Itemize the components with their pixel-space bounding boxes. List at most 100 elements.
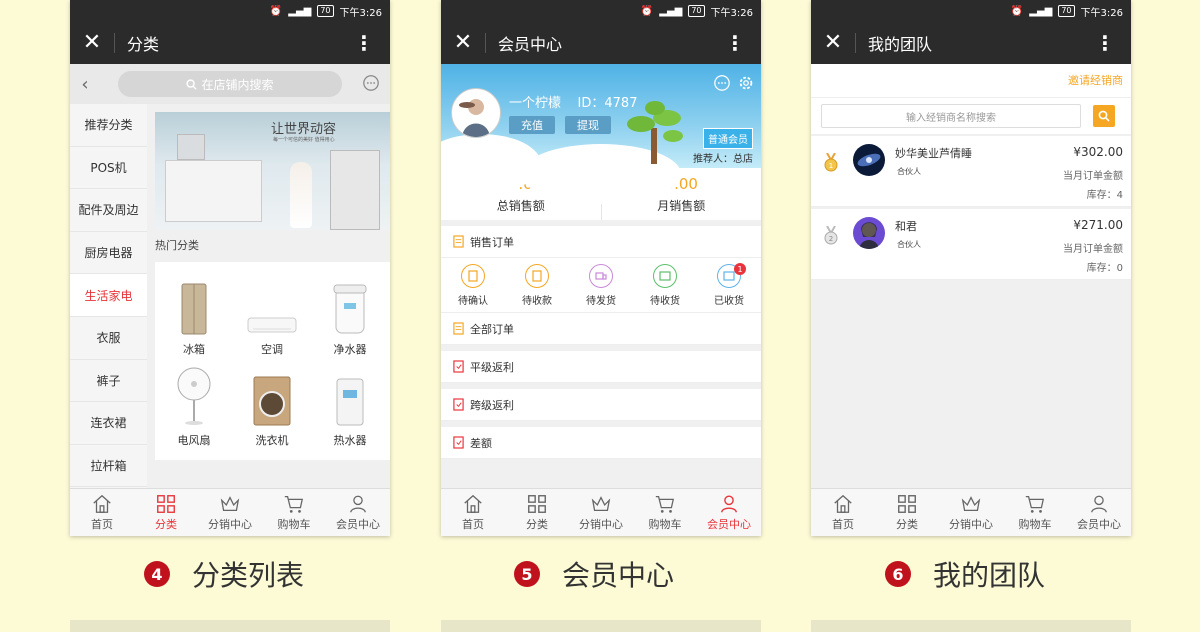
- tab-cart[interactable]: 购物车: [1003, 489, 1067, 536]
- order-count-badge: 1: [734, 263, 746, 275]
- more-icon[interactable]: ⋮: [354, 22, 374, 64]
- order-status-item[interactable]: 1 已收货: [697, 258, 761, 312]
- crown-icon: [591, 496, 611, 512]
- person-avatar-image: [853, 217, 885, 249]
- member-header: 一个柠檬 ID：4787 充值 提现 普通会员 推荐人：总店: [441, 64, 761, 204]
- tab-category[interactable]: 分类: [875, 489, 939, 536]
- promo-banner[interactable]: 让世界动容 每一个可信的美好 值得用心: [155, 112, 390, 230]
- category-item[interactable]: 衣服: [70, 317, 147, 360]
- category-item-active[interactable]: 生活家电: [70, 274, 147, 317]
- tab-label: 首页: [91, 518, 113, 531]
- invite-dealer-link[interactable]: 邀请经销商: [811, 64, 1131, 98]
- caption-text: 会员中心: [562, 559, 675, 592]
- search-icon: [1098, 110, 1110, 122]
- close-icon[interactable]: ✕: [441, 22, 485, 64]
- order-status-item[interactable]: 待发货: [569, 258, 633, 312]
- tab-home[interactable]: 首页: [811, 489, 875, 536]
- tab-home[interactable]: 首页: [441, 489, 505, 536]
- tab-distribution[interactable]: 分销中心: [198, 489, 262, 536]
- divider: [855, 33, 856, 53]
- product-item[interactable]: 净水器: [311, 272, 389, 363]
- message-icon[interactable]: [362, 74, 380, 92]
- order-status-item[interactable]: 待确认: [441, 258, 505, 312]
- caption-my-team: 6 我的团队: [885, 552, 1045, 596]
- tab-member[interactable]: 会员中心: [326, 489, 390, 536]
- close-icon[interactable]: ✕: [811, 22, 855, 64]
- search-icon: [186, 78, 198, 90]
- gold-medal-icon: 1: [824, 153, 838, 172]
- pending-shipment-icon: [589, 263, 613, 288]
- settings-icon[interactable]: [737, 74, 755, 92]
- bottom-tab-bar: 首页 分类 分销中心 购物车 会员中心: [441, 488, 761, 536]
- order-status-label: 待发货: [586, 295, 616, 307]
- order-list-icon: [453, 235, 464, 248]
- tab-cart[interactable]: 购物车: [633, 489, 697, 536]
- menu-row-cross-rebate[interactable]: 跨级返利: [441, 389, 761, 421]
- sales-orders-row[interactable]: 销售订单: [441, 226, 761, 258]
- category-item[interactable]: 推荐分类: [70, 104, 147, 147]
- menu-label: 平级返利: [470, 360, 514, 374]
- close-icon[interactable]: ✕: [70, 22, 114, 64]
- status-bar: ⏰ ▂▄▆ 70 下午3:26: [441, 0, 761, 22]
- battery-indicator: 70: [688, 5, 705, 17]
- banner-slogan: 让世界动容: [271, 122, 337, 137]
- next-section-edge: [70, 620, 390, 632]
- tab-distribution[interactable]: 分销中心: [569, 489, 633, 536]
- all-orders-row[interactable]: 全部订单: [441, 313, 761, 345]
- more-icon[interactable]: ⋮: [725, 22, 745, 64]
- product-item[interactable]: 洗衣机: [233, 363, 311, 454]
- category-item[interactable]: 厨房电器: [70, 232, 147, 275]
- search-button[interactable]: [1093, 105, 1115, 127]
- message-icon[interactable]: [713, 74, 731, 92]
- team-member-row[interactable]: 1 妙华美业芦倩睡 合伙人 ¥302.00 当月订单金额 库存：4: [811, 136, 1131, 207]
- team-member-row[interactable]: 2 和君 合伙人 ¥271.00 当月订单金额 库存：0: [811, 209, 1131, 280]
- tab-category[interactable]: 分类: [505, 489, 569, 536]
- product-item[interactable]: 电风扇: [155, 363, 233, 454]
- tab-member[interactable]: 会员中心: [697, 489, 761, 536]
- menu-row-difference[interactable]: 差额: [441, 427, 761, 459]
- menu-label: 跨级返利: [470, 398, 514, 412]
- avatar[interactable]: [451, 88, 501, 138]
- tab-label: 会员中心: [336, 518, 380, 531]
- product-grid: 冰箱 空调 净水器 电风扇 洗衣机 热水器: [155, 262, 390, 460]
- category-item[interactable]: 拉杆箱: [70, 445, 147, 488]
- banner-subtitle: 每一个可信的美好 值得用心: [273, 137, 335, 143]
- user-icon: [720, 495, 738, 513]
- product-item[interactable]: 冰箱: [155, 272, 233, 363]
- withdraw-button[interactable]: 提现: [565, 116, 611, 134]
- tab-cart[interactable]: 购物车: [262, 489, 326, 536]
- order-status-label: 待收款: [522, 295, 552, 307]
- user-icon: [350, 495, 366, 513]
- bottom-tab-bar: 首页 分类 分销中心 购物车 会员中心: [811, 488, 1131, 536]
- recharge-button[interactable]: 充值: [509, 116, 555, 134]
- product-item[interactable]: 热水器: [311, 363, 389, 454]
- menu-row-peer-rebate[interactable]: 平级返利: [441, 351, 761, 383]
- search-input[interactable]: 在店铺内搜索: [118, 71, 342, 97]
- tab-category[interactable]: 分类: [134, 489, 198, 536]
- search-bar: ‹ 在店铺内搜索: [70, 64, 390, 104]
- caption-text: 我的团队: [933, 559, 1046, 592]
- pending-receipt-icon: [653, 263, 677, 288]
- tab-label: 购物车: [648, 518, 682, 531]
- order-status-item[interactable]: 待收款: [505, 258, 569, 312]
- battery-indicator: 70: [1058, 5, 1075, 17]
- back-icon[interactable]: ‹: [70, 74, 100, 95]
- water-heater-icon: [336, 378, 364, 426]
- more-icon[interactable]: ⋮: [1095, 22, 1115, 64]
- member-role: 合伙人: [897, 167, 921, 176]
- difference-icon: [453, 436, 464, 449]
- tab-label: 分销中心: [949, 518, 993, 531]
- category-item[interactable]: 配件及周边: [70, 189, 147, 232]
- tab-home[interactable]: 首页: [70, 489, 134, 536]
- dealer-search-input[interactable]: 输入经销商名称搜索: [821, 104, 1081, 128]
- category-item[interactable]: POS机: [70, 147, 147, 190]
- tab-member[interactable]: 会员中心: [1067, 489, 1131, 536]
- category-item[interactable]: 连衣裙: [70, 402, 147, 445]
- washing-machine-icon: [253, 376, 291, 426]
- order-status-item[interactable]: 待收货: [633, 258, 697, 312]
- category-item[interactable]: 裤子: [70, 360, 147, 403]
- product-item[interactable]: 空调: [233, 272, 311, 363]
- tab-distribution[interactable]: 分销中心: [939, 489, 1003, 536]
- tab-label: 分类: [896, 518, 918, 531]
- signal-icon: ▂▄▆: [659, 5, 683, 17]
